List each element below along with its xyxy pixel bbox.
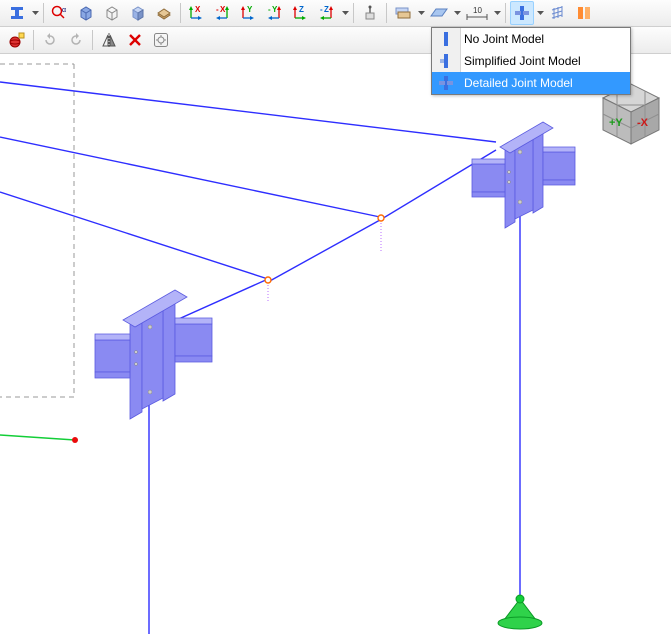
probe-icon: [362, 5, 378, 21]
detailed-joint-left: [95, 290, 212, 419]
layers-icon: [394, 5, 412, 21]
view-along-y-plus-button[interactable]: Y: [237, 1, 261, 25]
plane-button[interactable]: [427, 1, 451, 25]
svg-text:-X: -X: [637, 117, 649, 129]
view-wireframe-button[interactable]: [100, 1, 124, 25]
svg-text:10: 10: [473, 6, 482, 15]
delete-button[interactable]: [123, 28, 147, 52]
svg-text:X: X: [220, 5, 226, 14]
view-along-z-plus-button[interactable]: Z: [289, 1, 313, 25]
detailed-joint-icon: [437, 74, 455, 92]
cube-wire-icon: [104, 5, 120, 21]
grid-3d-icon: [550, 5, 566, 21]
menu-item-detailed-joint[interactable]: Detailed Joint Model: [432, 72, 630, 94]
mirror-icon: [101, 32, 117, 48]
mirror-button[interactable]: [97, 28, 121, 52]
joint-model-button[interactable]: [510, 1, 534, 25]
joint-model-icon: [514, 5, 530, 21]
toolbar-separator: [180, 3, 181, 23]
cycle-prev-icon: [42, 32, 58, 48]
cycle-select-next-button[interactable]: [64, 28, 88, 52]
axis-view-dropdown[interactable]: [340, 2, 350, 24]
axis-yplus-icon: Y: [240, 5, 258, 21]
find-alpha-icon: α: [51, 5, 69, 21]
svg-text:-: -: [216, 5, 219, 14]
grid-3d-button[interactable]: [546, 1, 570, 25]
menu-item-simplified-joint[interactable]: Simplified Joint Model: [432, 50, 630, 72]
svg-text:Y: Y: [247, 5, 253, 14]
section-profile-button[interactable]: [5, 1, 29, 25]
dimension-dropdown[interactable]: [492, 2, 502, 24]
svg-text:+Y: +Y: [609, 117, 623, 129]
menu-item-label: Simplified Joint Model: [464, 54, 581, 68]
view-shaded-button[interactable]: [126, 1, 150, 25]
dimension-button[interactable]: 10: [463, 1, 491, 25]
menu-item-no-joint[interactable]: No Joint Model: [432, 28, 630, 50]
deck-icon: [156, 5, 172, 21]
blocks-button[interactable]: [572, 1, 596, 25]
plane-icon: [430, 6, 448, 20]
pinned-support: [498, 595, 542, 629]
detailed-joint-right: [472, 122, 575, 228]
axis-xminus-icon: -X: [214, 5, 232, 21]
no-joint-icon: [437, 30, 455, 48]
layers-dropdown[interactable]: [416, 2, 426, 24]
menu-item-label: Detailed Joint Model: [464, 76, 573, 90]
svg-text:Z: Z: [324, 5, 329, 14]
section-profile-dropdown[interactable]: [30, 2, 40, 24]
simplified-joint-icon: [437, 52, 455, 70]
cycle-select-prev-button[interactable]: [38, 28, 62, 52]
layers-button[interactable]: [391, 1, 415, 25]
axis-xplus-icon: X: [188, 5, 206, 21]
svg-text:-: -: [268, 5, 271, 14]
main-toolbar: α X -X Y -Y Z -Z 10: [0, 0, 671, 27]
plane-dropdown[interactable]: [452, 2, 462, 24]
toolbar-separator: [43, 3, 44, 23]
view-along-x-minus-button[interactable]: -X: [211, 1, 235, 25]
blocks-icon: [576, 5, 592, 21]
toolbar-separator: [353, 3, 354, 23]
svg-text:X: X: [195, 5, 201, 14]
menu-item-label: No Joint Model: [464, 32, 544, 46]
settings-button[interactable]: [149, 28, 173, 52]
delete-x-icon: [128, 33, 142, 47]
load-case-button[interactable]: [5, 28, 29, 52]
axis-yminus-icon: -Y: [266, 5, 284, 21]
view-along-x-plus-button[interactable]: X: [185, 1, 209, 25]
probe-button[interactable]: [358, 1, 382, 25]
view-deck-button[interactable]: [152, 1, 176, 25]
svg-text:Y: Y: [272, 5, 278, 14]
view-along-z-minus-button[interactable]: -Z: [315, 1, 339, 25]
view-solid-button[interactable]: [74, 1, 98, 25]
joint-model-menu: No Joint Model Simplified Joint Model De…: [431, 27, 631, 95]
toolbar-separator: [92, 30, 93, 50]
dimension-icon: 10: [465, 5, 489, 21]
toolbar-separator: [505, 3, 506, 23]
viewport-3d[interactable]: [0, 52, 671, 634]
find-element-button[interactable]: α: [48, 1, 72, 25]
view-along-y-minus-button[interactable]: -Y: [263, 1, 287, 25]
svg-text:Z: Z: [299, 5, 304, 14]
load-globe-icon: [9, 32, 25, 48]
ipe-section-icon: [9, 5, 25, 21]
gear-box-icon: [153, 32, 169, 48]
svg-text:α: α: [62, 7, 66, 14]
toolbar-separator: [386, 3, 387, 23]
toolbar-separator: [33, 30, 34, 50]
svg-text:-: -: [320, 5, 323, 14]
cube-shaded-icon: [130, 5, 146, 21]
cube-solid-icon: [78, 5, 94, 21]
axis-zminus-icon: -Z: [318, 5, 336, 21]
joint-model-dropdown[interactable]: [535, 2, 545, 24]
cycle-next-icon: [68, 32, 84, 48]
axis-zplus-icon: Z: [292, 5, 310, 21]
